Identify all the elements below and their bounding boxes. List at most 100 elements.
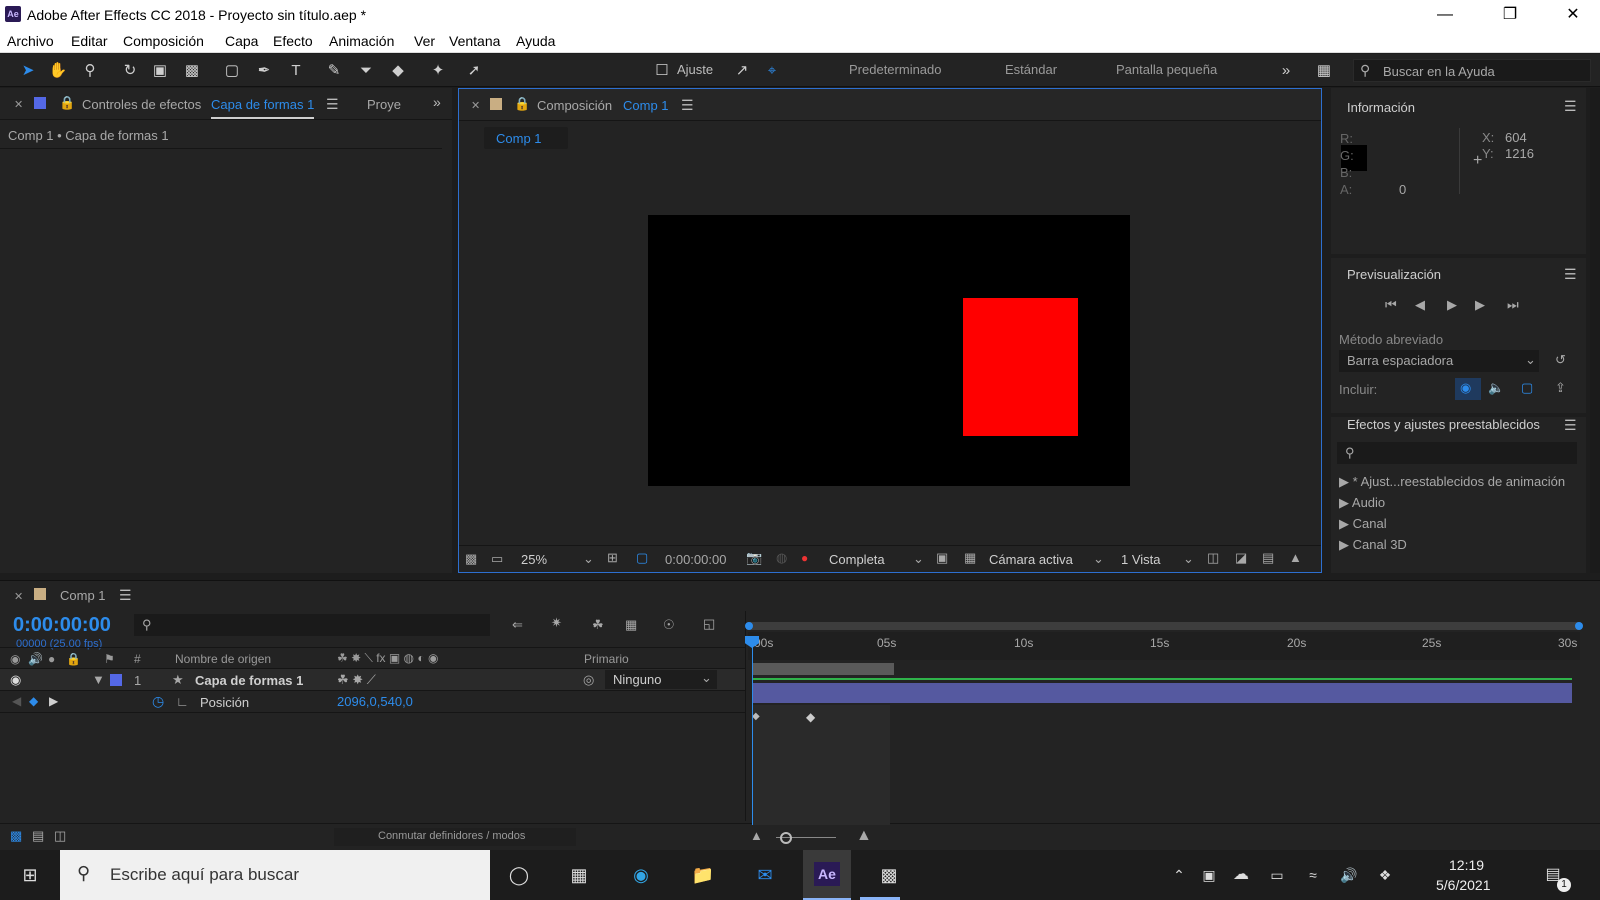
views-chevron-down-icon[interactable]: ⌄ bbox=[1183, 551, 1194, 567]
pan-behind-tool-icon[interactable]: ▩ bbox=[180, 59, 204, 83]
layer-switches-icons[interactable]: ☘ ✸ ⟋ bbox=[337, 672, 376, 688]
zoom-out-icon[interactable]: ▲ bbox=[750, 828, 763, 843]
snap-target-icon[interactable]: ⌖ bbox=[760, 59, 784, 83]
lock-switch-icon[interactable]: 🔒 bbox=[66, 652, 81, 666]
timeline-close-icon[interactable]: ✕ bbox=[14, 590, 23, 603]
time-navigator-start[interactable] bbox=[745, 622, 753, 630]
solo-switch-icon[interactable]: ● bbox=[48, 652, 55, 666]
menu-capa[interactable]: Capa bbox=[225, 33, 258, 49]
region-icon[interactable]: ⊞ bbox=[607, 550, 618, 566]
zoom-chevron-down-icon[interactable]: ⌄ bbox=[583, 551, 594, 567]
task-view-icon[interactable]: ▦ bbox=[566, 862, 592, 888]
graph-editor-icon[interactable]: ◱ bbox=[703, 616, 715, 632]
camera-tool-icon[interactable]: ▣ bbox=[148, 59, 172, 83]
comp-flowchart-icon[interactable]: ▤ bbox=[1262, 550, 1274, 566]
minimize-button[interactable]: — bbox=[1418, 0, 1472, 30]
reset-icon[interactable]: ↺ bbox=[1555, 352, 1566, 368]
edge-browser-icon[interactable]: ◉ bbox=[628, 862, 654, 888]
menu-archivo[interactable]: Archivo bbox=[7, 33, 54, 49]
time-ruler[interactable]: 00s 05s 10s 15s 20s 25s 30s bbox=[748, 632, 1580, 660]
menu-efecto[interactable]: Efecto bbox=[273, 33, 313, 49]
camera-dropdown[interactable]: Cámara activa bbox=[989, 552, 1073, 567]
graph-icon[interactable]: ∟ bbox=[176, 694, 189, 709]
rectangle-tool-icon[interactable]: ▢ bbox=[220, 59, 244, 83]
draft-3d-icon[interactable]: ✷ bbox=[551, 615, 562, 631]
volume-icon[interactable]: 🔊 bbox=[1336, 862, 1362, 888]
toggle-switches-modes-button[interactable]: Conmutar definidores / modos bbox=[334, 828, 576, 846]
composition-tab[interactable]: Composición bbox=[537, 98, 612, 113]
snipping-tool-icon[interactable]: ▩ bbox=[876, 862, 902, 888]
time-navigator-end[interactable] bbox=[1575, 622, 1583, 630]
clone-stamp-tool-icon[interactable]: ⏷ bbox=[354, 59, 378, 83]
resolution-dropdown[interactable]: Completa bbox=[829, 552, 885, 567]
mail-icon[interactable]: ✉ bbox=[752, 862, 778, 888]
next-keyframe-icon[interactable]: ▶ bbox=[49, 694, 58, 708]
comp-timecode[interactable]: 0:00:00:00 bbox=[665, 552, 726, 567]
reset-exposure-icon[interactable]: ◫ bbox=[1207, 550, 1219, 566]
overlay-icon[interactable]: ▢ bbox=[1521, 380, 1533, 396]
timeline-timecode[interactable]: 0:00:00:00 bbox=[13, 614, 111, 637]
menu-ver[interactable]: Ver bbox=[414, 33, 435, 49]
parent-dropdown[interactable]: Ninguno ⌄ bbox=[605, 670, 717, 689]
channel-rgb-icon[interactable]: ● bbox=[801, 551, 808, 565]
taskbar-search-input[interactable]: ⚲ Escribe aquí para buscar bbox=[60, 850, 490, 900]
stretch-toggle-icon[interactable]: ◫ bbox=[54, 828, 66, 844]
comp-lock-icon[interactable]: 🔒 bbox=[514, 96, 530, 112]
overflow-icon[interactable]: » bbox=[433, 94, 441, 110]
workspace-predeterminado[interactable]: Predeterminado bbox=[849, 62, 942, 77]
maximize-button[interactable]: ❐ bbox=[1483, 0, 1537, 30]
shortcut-dropdown[interactable]: Barra espaciadora ⌄ bbox=[1339, 350, 1539, 372]
stopwatch-icon[interactable]: ◷ bbox=[152, 693, 164, 710]
snapshot-camera-icon[interactable]: 📷 bbox=[746, 550, 762, 566]
work-area-bar[interactable] bbox=[752, 663, 894, 675]
red-shape-layer[interactable] bbox=[963, 298, 1078, 436]
keyframe-end-icon[interactable]: ◆ bbox=[806, 710, 815, 724]
first-frame-icon[interactable]: ⏮ bbox=[1385, 297, 1397, 313]
workspace-edit-icon[interactable]: ▦ bbox=[1312, 59, 1336, 83]
preview-menu-icon[interactable]: ☰ bbox=[1564, 266, 1577, 283]
workspace-overflow-icon[interactable]: » bbox=[1274, 59, 1298, 83]
brush-tool-icon[interactable]: ✎ bbox=[322, 59, 346, 83]
add-keyframe-icon[interactable]: ◆ bbox=[29, 694, 38, 708]
help-search-input[interactable]: ⚲ Buscar en la Ayuda bbox=[1353, 59, 1591, 82]
effects-menu-icon[interactable]: ☰ bbox=[1564, 417, 1577, 434]
exposure-icon[interactable]: ◪ bbox=[1235, 550, 1247, 566]
export-icon[interactable]: ⇪ bbox=[1555, 380, 1566, 396]
shy-layers-icon[interactable]: ☘ bbox=[592, 617, 604, 633]
battery-icon[interactable]: ▭ bbox=[1264, 862, 1290, 888]
resolution-chevron-down-icon[interactable]: ⌄ bbox=[913, 551, 924, 567]
pen-tool-icon[interactable]: ✒ bbox=[252, 59, 276, 83]
effects-item-canal[interactable]: ▶ Canal bbox=[1339, 516, 1387, 532]
zoom-slider-handle[interactable] bbox=[780, 832, 792, 844]
toggle-grid-icon[interactable]: ▦ bbox=[964, 550, 976, 566]
pick-whip-icon[interactable]: ◎ bbox=[583, 672, 594, 688]
layer-expand-chevron-down-icon[interactable]: ▼ bbox=[92, 672, 105, 687]
last-frame-icon[interactable]: ⏭ bbox=[1507, 297, 1519, 313]
show-snapshot-icon[interactable]: ◍ bbox=[776, 550, 787, 566]
layer-name[interactable]: Capa de formas 1 bbox=[195, 673, 303, 688]
project-tab[interactable]: Proye bbox=[367, 97, 401, 112]
timeline-search-input[interactable]: ⚲ bbox=[134, 614, 490, 636]
camera-chevron-down-icon[interactable]: ⌄ bbox=[1093, 551, 1104, 567]
snap-options-icon[interactable]: ↗ bbox=[730, 59, 754, 83]
puppet-pin-tool-icon[interactable]: ➚ bbox=[462, 59, 486, 83]
play-icon[interactable]: ▶ bbox=[1447, 297, 1457, 313]
label-tag-icon[interactable]: ⚑ bbox=[104, 652, 115, 666]
meet-now-icon[interactable]: ▣ bbox=[1196, 862, 1222, 888]
comp-tree-icon[interactable]: ▲ bbox=[1289, 550, 1302, 565]
comp-mini-flowchart-icon[interactable]: ⇐ bbox=[512, 617, 523, 633]
info-menu-icon[interactable]: ☰ bbox=[1564, 98, 1577, 115]
effects-item-audio[interactable]: ▶ Audio bbox=[1339, 495, 1385, 511]
effects-item-canal-3d[interactable]: ▶ Canal 3D bbox=[1339, 537, 1407, 553]
layer-row[interactable]: ◉ ▼ 1 ★ Capa de formas 1 ☘ ✸ ⟋ ◎ Ninguno… bbox=[0, 669, 745, 691]
prev-keyframe-icon[interactable]: ◀ bbox=[12, 694, 21, 708]
eraser-tool-icon[interactable]: ◆ bbox=[386, 59, 410, 83]
after-effects-taskbar-button[interactable]: Ae bbox=[803, 850, 851, 900]
workspace-estandar[interactable]: Estándar bbox=[1005, 62, 1057, 77]
effect-controls-tab[interactable]: Controles de efectos bbox=[82, 97, 201, 112]
effects-item-animation-presets[interactable]: ▶ * Ajust...reestablecidos de animación bbox=[1339, 474, 1565, 490]
close-button[interactable]: ✕ bbox=[1546, 0, 1600, 30]
wifi-icon[interactable]: ≈ bbox=[1300, 862, 1326, 888]
property-value[interactable]: 2096,0,540,0 bbox=[337, 694, 413, 709]
timeline-comp-tab[interactable]: Comp 1 bbox=[60, 588, 106, 603]
